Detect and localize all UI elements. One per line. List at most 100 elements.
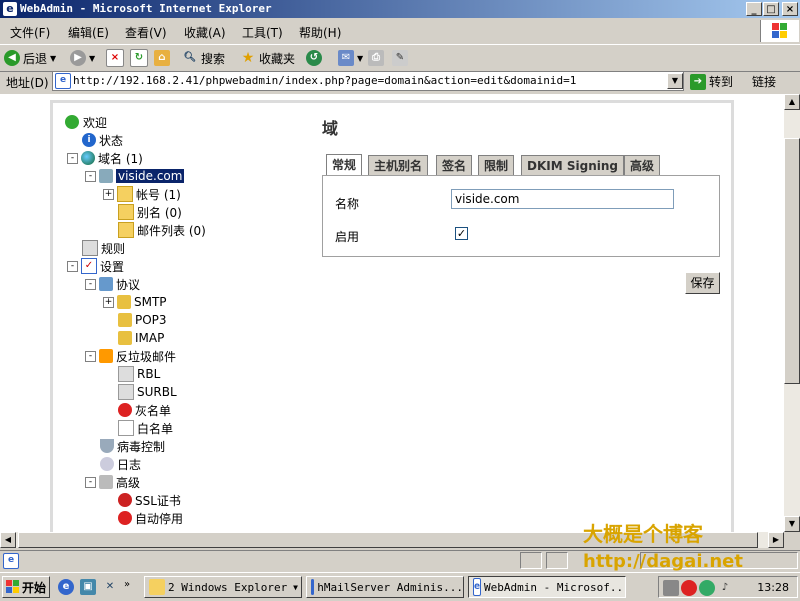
- tree-item-whitelist[interactable]: 白名单: [118, 420, 173, 436]
- scroll-left-icon[interactable]: ◀: [0, 532, 16, 548]
- tree-item-settings[interactable]: - ✓ 设置: [67, 258, 124, 274]
- quicklaunch-more-icon[interactable]: »: [124, 579, 130, 590]
- collapse-icon[interactable]: -: [85, 350, 96, 362]
- collapse-icon[interactable]: -: [85, 476, 96, 488]
- tray-app-icon[interactable]: [699, 580, 715, 596]
- start-label: 开始: [22, 580, 47, 595]
- close-button[interactable]: ×: [782, 2, 798, 16]
- tray-antivirus-icon[interactable]: [681, 580, 697, 596]
- tree-item-autoban[interactable]: 自动停用: [118, 510, 183, 526]
- expand-icon[interactable]: +: [103, 188, 114, 200]
- edit-icon: ✎: [392, 50, 408, 66]
- tree-item-welcome[interactable]: 欢迎: [64, 114, 107, 130]
- vertical-scrollbar[interactable]: ▲ ▼: [784, 94, 800, 532]
- menu-tools[interactable]: 工具(T): [242, 24, 283, 41]
- quicklaunch-explorer-icon[interactable]: ▣: [80, 579, 96, 595]
- history-button[interactable]: ↺: [306, 49, 322, 67]
- search-button[interactable]: 🔍︎ 搜索: [182, 49, 225, 67]
- go-button[interactable]: ➔ 转到: [690, 73, 733, 90]
- tab-advanced[interactable]: 高级: [624, 155, 661, 175]
- mail-dropdown-icon[interactable]: ▼: [357, 54, 363, 63]
- forward-dropdown-icon[interactable]: ▼: [89, 54, 95, 63]
- tray-volume-icon[interactable]: ♪: [717, 580, 733, 596]
- quicklaunch-tool-icon[interactable]: ✕: [102, 579, 118, 595]
- clock[interactable]: 13:28: [757, 581, 789, 594]
- folder-icon: [118, 204, 134, 220]
- tree-label: SMTP: [134, 295, 167, 309]
- menu-file[interactable]: 文件(F): [10, 24, 50, 41]
- expand-icon[interactable]: +: [103, 296, 114, 308]
- tree-item-status[interactable]: i 状态: [82, 132, 123, 148]
- edit-button[interactable]: ✎: [392, 49, 408, 67]
- task-webadmin[interactable]: e WebAdmin - Microsof...: [468, 576, 626, 598]
- start-button[interactable]: 开始: [2, 576, 50, 598]
- tree-item-antivirus[interactable]: 病毒控制: [100, 438, 165, 454]
- windows-flag-logo: [760, 20, 799, 42]
- collapse-icon[interactable]: -: [67, 260, 78, 272]
- tree-item-logging[interactable]: 日志: [100, 456, 141, 472]
- menu-view[interactable]: 查看(V): [125, 24, 167, 41]
- tree-label: 协议: [116, 277, 141, 292]
- tab-signature[interactable]: 签名: [436, 155, 473, 175]
- collapse-icon[interactable]: -: [85, 170, 96, 182]
- refresh-button[interactable]: ↻: [130, 49, 148, 67]
- back-dropdown-icon[interactable]: ▼: [50, 54, 56, 63]
- save-button[interactable]: 保存: [685, 272, 720, 294]
- mail-button[interactable]: ✉ ▼: [338, 49, 363, 67]
- menu-edit[interactable]: 编辑(E): [68, 24, 109, 41]
- collapse-icon[interactable]: -: [85, 278, 96, 290]
- scroll-right-icon[interactable]: ▶: [768, 532, 784, 548]
- tree-item-rbl[interactable]: RBL: [118, 366, 160, 382]
- status-panel: [546, 552, 568, 569]
- tree-item-rules[interactable]: 规则: [82, 240, 125, 256]
- maximize-button[interactable]: □: [763, 2, 779, 16]
- domain-name-field[interactable]: [451, 189, 674, 209]
- tree-item-pop3[interactable]: POP3: [118, 312, 167, 328]
- scroll-up-icon[interactable]: ▲: [784, 94, 800, 110]
- address-input[interactable]: e http://192.168.2.41/phpwebadmin/index.…: [52, 71, 684, 91]
- quicklaunch-ie-icon[interactable]: e: [58, 579, 74, 595]
- search-icon: 🔍︎: [183, 52, 197, 63]
- print-button[interactable]: ⎙: [368, 49, 384, 67]
- task-hmailserver[interactable]: hMailServer Adminis...: [306, 576, 464, 598]
- tree-item-aliases[interactable]: 别名 (0): [118, 204, 182, 220]
- tab-host-aliases[interactable]: 主机别名: [368, 155, 429, 175]
- tree-item-surbl[interactable]: SURBL: [118, 384, 177, 400]
- tree-item-lists[interactable]: 邮件列表 (0): [118, 222, 206, 238]
- tree-item-accounts[interactable]: + 帐号 (1): [103, 186, 181, 202]
- tab-general[interactable]: 常规: [326, 154, 363, 176]
- forward-button[interactable]: ▶ ▼: [70, 49, 95, 67]
- tab-dkim-signing[interactable]: DKIM Signing: [521, 155, 624, 175]
- stop-button[interactable]: ×: [106, 49, 124, 67]
- favorites-button[interactable]: ★ 收藏夹: [240, 49, 295, 67]
- home-button[interactable]: ⌂: [154, 49, 170, 67]
- folder-icon: [149, 579, 165, 595]
- tree-item-smtp[interactable]: + SMTP: [103, 294, 167, 310]
- enabled-checkbox[interactable]: ✓: [455, 227, 468, 240]
- tree-item-antispam[interactable]: - 反垃圾邮件: [85, 348, 176, 364]
- links-button[interactable]: 链接: [752, 73, 776, 90]
- tree-item-ssl[interactable]: SSL证书: [118, 492, 181, 508]
- tree-item-greylist[interactable]: 灰名单: [118, 402, 171, 418]
- tree-item-domains[interactable]: - 域名 (1): [67, 150, 143, 166]
- address-dropdown-icon[interactable]: ▼: [667, 73, 683, 89]
- tray-network-icon[interactable]: [663, 580, 679, 596]
- menu-help[interactable]: 帮助(H): [299, 24, 341, 41]
- tree-label: SSL证书: [135, 493, 181, 508]
- collapse-icon[interactable]: -: [67, 152, 78, 164]
- tree-item-imap[interactable]: IMAP: [118, 330, 164, 346]
- greylist-icon: [118, 403, 132, 417]
- vertical-scroll-thumb[interactable]: [784, 138, 800, 384]
- back-button[interactable]: ◀ 后退 ▼: [4, 49, 56, 67]
- task-windows-explorer[interactable]: 2 Windows Explorer ▼: [144, 576, 302, 598]
- tab-limits[interactable]: 限制: [478, 155, 515, 175]
- tree-item-advanced[interactable]: - 高级: [85, 474, 140, 490]
- task-label: WebAdmin - Microsof...: [484, 580, 626, 594]
- minimize-button[interactable]: _: [746, 2, 762, 16]
- status-page-icon: e: [3, 553, 19, 569]
- menu-favorites[interactable]: 收藏(A): [184, 24, 226, 41]
- scroll-down-icon[interactable]: ▼: [784, 516, 800, 532]
- tree-item-protocols[interactable]: - 协议: [85, 276, 140, 292]
- advanced-icon: [99, 475, 113, 489]
- tree-item-domain-viside[interactable]: - viside.com: [85, 168, 185, 184]
